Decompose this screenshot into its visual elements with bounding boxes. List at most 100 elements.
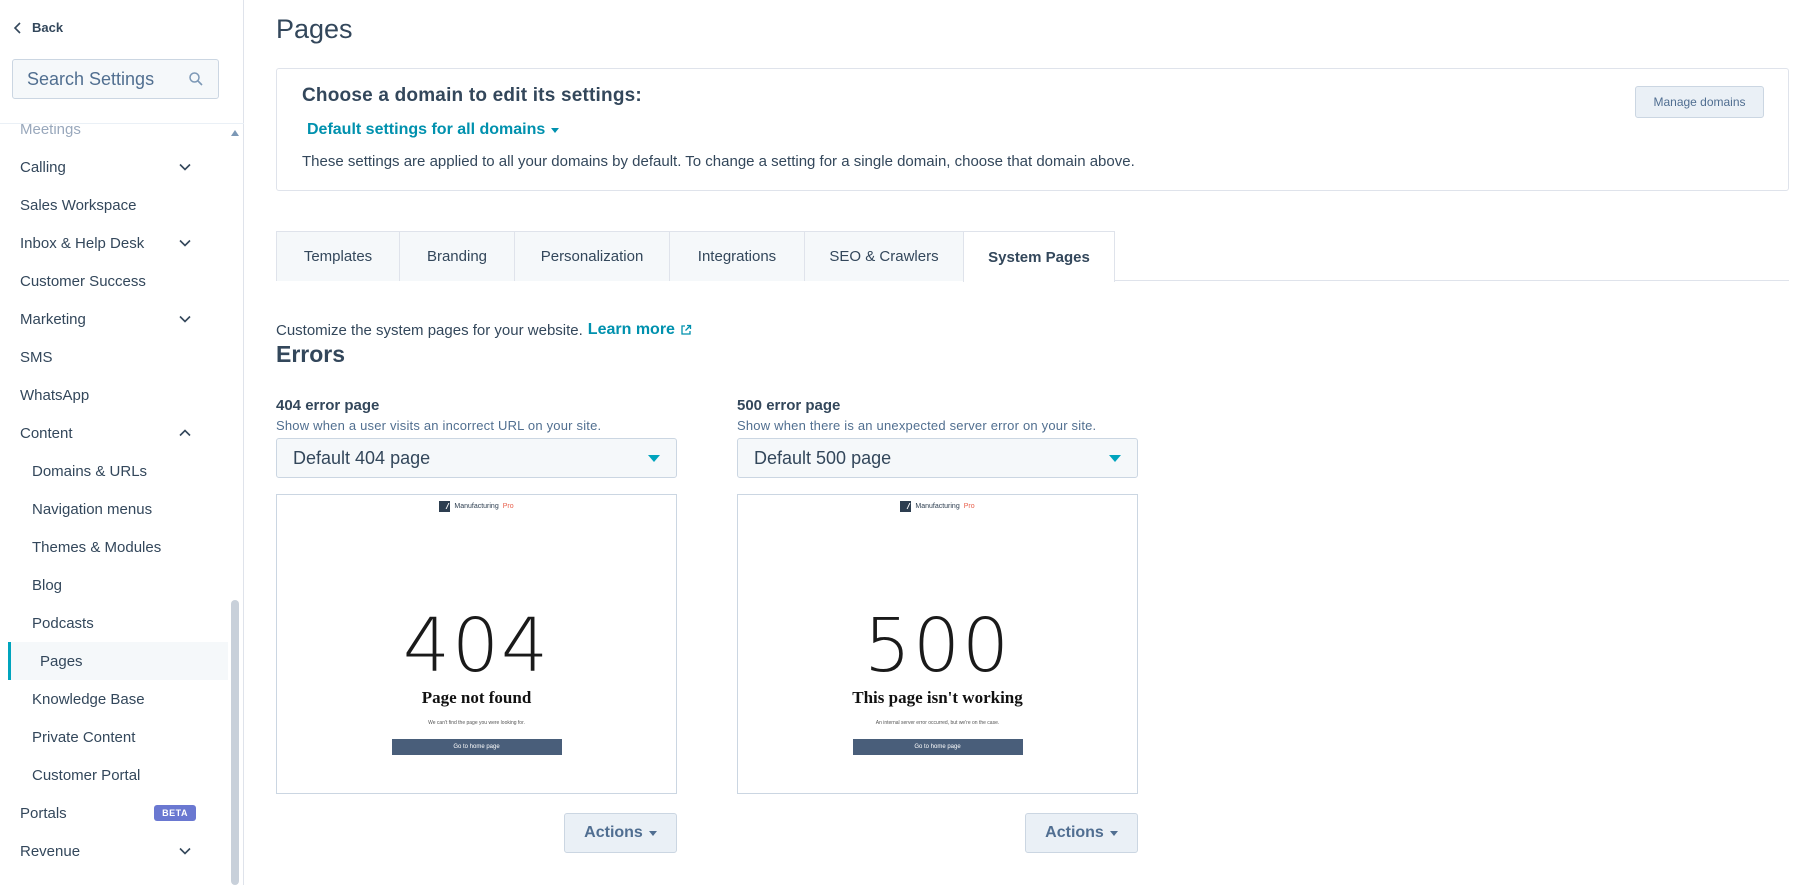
chevron-left-icon	[13, 21, 21, 34]
sidebar-item-private-content[interactable]: Private Content	[0, 718, 228, 756]
logo-mark-icon	[900, 501, 912, 512]
sidebar-item-customer-portal[interactable]: Customer Portal	[0, 756, 228, 794]
error-message: This page isn't working	[852, 688, 1023, 707]
preview-home-button: Go to home page	[391, 739, 562, 755]
sidebar-item-label: Navigation menus	[32, 500, 153, 518]
main-content: Pages Choose a domain to edit its settin…	[244, 0, 1813, 885]
sidebar-item-calling[interactable]: Calling	[0, 148, 228, 186]
error-subtext: An internal server error occurred, but w…	[875, 720, 1000, 726]
sidebar-item-label: Marketing	[20, 310, 86, 328]
sidebar-item-domains-urls[interactable]: Domains & URLs	[0, 452, 228, 490]
tab-label: Templates	[303, 248, 373, 265]
error-500-dropdown[interactable]: Default 500 page	[737, 438, 1138, 478]
caret-down-icon	[551, 127, 560, 133]
sidebar-item-label: Content	[20, 424, 73, 442]
sidebar-item-revenue[interactable]: Revenue	[0, 832, 228, 870]
caret-down-icon	[1109, 830, 1118, 836]
brand-logo: Manufacturing Pro	[738, 501, 1137, 512]
sidebar-item-label: Meetings	[20, 124, 81, 138]
domain-dropdown[interactable]: Default settings for all domains	[307, 121, 560, 139]
sidebar-item-label: Podcasts	[32, 614, 94, 632]
sidebar-item-label: Blog	[32, 576, 63, 594]
sidebar-item-meetings[interactable]: Meetings	[0, 124, 228, 148]
tab-seo-crawlers[interactable]: SEO & Crawlers	[804, 231, 964, 281]
sidebar-item-customer-success[interactable]: Customer Success	[0, 262, 228, 300]
sidebar-item-themes-modules[interactable]: Themes & Modules	[0, 528, 228, 566]
sidebar-item-navigation-menus[interactable]: Navigation menus	[0, 490, 228, 528]
sidebar-item-whatsapp[interactable]: WhatsApp	[0, 376, 228, 414]
chevron-up-icon	[179, 429, 191, 437]
domain-card-heading: Choose a domain to edit its settings:	[302, 85, 642, 106]
logo-mark-icon	[439, 501, 451, 512]
search-icon[interactable]	[188, 71, 204, 87]
chevron-down-icon	[179, 315, 191, 323]
error-subtext: We can't find the page you were looking …	[428, 720, 525, 726]
error-code: 500	[863, 603, 1012, 689]
error-500-help: Show when there is an unexpected server …	[737, 418, 1097, 433]
settings-tabs: Templates Branding Personalization Integ…	[276, 231, 1789, 282]
learn-more-label: Learn more	[587, 321, 675, 338]
sidebar-item-label: Pages	[40, 652, 83, 670]
intro-text: Customize the system pages for your webs…	[276, 321, 583, 339]
tab-system-pages[interactable]: System Pages	[963, 231, 1115, 282]
search-input[interactable]	[27, 68, 188, 90]
sidebar-item-knowledge-base[interactable]: Knowledge Base	[0, 680, 228, 718]
sidebar-item-marketing[interactable]: Marketing	[0, 300, 228, 338]
caret-down-icon	[648, 830, 657, 836]
error-500-preview: Manufacturing Pro 500 This page isn't wo…	[737, 494, 1138, 794]
sidebar-scrollbar[interactable]	[228, 124, 240, 885]
error-404-label: 404 error page	[276, 397, 380, 414]
error-404-help: Show when a user visits an incorrect URL…	[276, 418, 602, 433]
error-404-dropdown[interactable]: Default 404 page	[276, 438, 677, 478]
sidebar-item-inbox-help-desk[interactable]: Inbox & Help Desk	[0, 224, 228, 262]
manage-domains-button[interactable]: Manage domains	[1635, 86, 1764, 118]
sidebar-item-blog[interactable]: Blog	[0, 566, 228, 604]
sidebar-item-label: Inbox & Help Desk	[20, 234, 145, 252]
scroll-up-arrow[interactable]	[231, 130, 239, 136]
domain-dropdown-label: Default settings for all domains	[307, 121, 546, 138]
tab-label: Personalization	[540, 248, 644, 265]
tab-integrations[interactable]: Integrations	[669, 231, 805, 281]
chevron-down-icon	[179, 239, 191, 247]
error-message: Page not found	[421, 688, 532, 707]
sidebar-item-label: Calling	[20, 158, 66, 176]
sidebar-item-label: Customer Portal	[32, 766, 141, 784]
sidebar-item-podcasts[interactable]: Podcasts	[0, 604, 228, 642]
error-500-actions-button[interactable]: Actions	[1025, 813, 1138, 853]
learn-more-link[interactable]: Learn more	[588, 321, 692, 339]
sidebar-item-label: Revenue	[20, 842, 81, 860]
error-404-preview: Manufacturing Pro 404 Page not found We …	[276, 494, 677, 794]
sidebar-item-label: SMS	[20, 348, 53, 366]
brand-logo: Manufacturing Pro	[277, 501, 676, 512]
sidebar-item-pages[interactable]: Pages	[8, 642, 228, 680]
error-404-actions-button[interactable]: Actions	[564, 813, 677, 853]
settings-sidebar: Back Meetings Calling Sales Workspace In…	[0, 0, 244, 885]
brand-accent: Pro	[963, 503, 975, 510]
sidebar-item-label: Customer Success	[20, 272, 146, 290]
tab-branding[interactable]: Branding	[399, 231, 515, 281]
scroll-thumb[interactable]	[231, 600, 239, 885]
brand-name: Manufacturing	[454, 503, 499, 510]
brand-name: Manufacturing	[915, 503, 960, 510]
sidebar-item-label: Themes & Modules	[32, 538, 162, 556]
sidebar-item-portals[interactable]: Portals BETA	[0, 794, 228, 832]
sidebar-item-label: WhatsApp	[20, 386, 90, 404]
tab-personalization[interactable]: Personalization	[514, 231, 670, 281]
system-pages-intro: Customize the system pages for your webs…	[276, 321, 692, 339]
tab-templates[interactable]: Templates	[276, 231, 400, 281]
tab-label: Branding	[426, 248, 488, 265]
error-500-label: 500 error page	[737, 397, 841, 414]
beta-badge: BETA	[154, 805, 196, 821]
sidebar-item-sms[interactable]: SMS	[0, 338, 228, 376]
back-link[interactable]: Back	[12, 20, 63, 35]
error-404-column: 404 error page Show when a user visits a…	[276, 397, 677, 794]
actions-label: Actions	[1045, 824, 1104, 841]
domain-selector-card: Choose a domain to edit its settings: De…	[276, 68, 1789, 191]
errors-section-title: Errors	[276, 341, 346, 367]
external-link-icon	[681, 324, 692, 335]
sidebar-item-sales-workspace[interactable]: Sales Workspace	[0, 186, 228, 224]
sidebar-item-content[interactable]: Content	[0, 414, 228, 452]
domain-description: These settings are applied to all your d…	[302, 153, 1135, 170]
sidebar-item-label: Portals	[20, 804, 67, 822]
search-settings[interactable]	[12, 59, 219, 99]
